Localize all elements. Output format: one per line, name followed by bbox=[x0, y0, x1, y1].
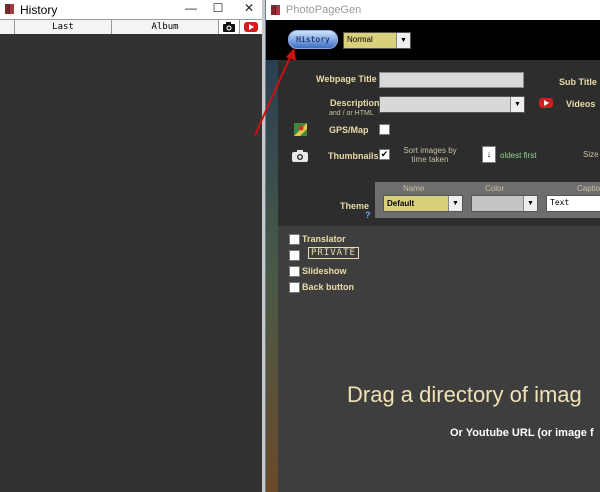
youtube-icon bbox=[244, 22, 258, 32]
history-title: History bbox=[20, 3, 58, 17]
oldest-first-label: oldest first bbox=[500, 151, 537, 160]
book-icon bbox=[271, 5, 280, 15]
header-album[interactable]: Album bbox=[112, 20, 219, 34]
videos-label: Videos bbox=[566, 99, 596, 109]
theme-help-link[interactable]: ? bbox=[365, 210, 371, 220]
maximize-button[interactable]: ☐ bbox=[207, 1, 229, 15]
webpage-title-label: Webpage Title bbox=[316, 74, 377, 84]
description-input[interactable]: ▼ bbox=[379, 96, 525, 113]
sort-order-button[interactable]: ↓ bbox=[482, 146, 496, 163]
ppg-title: PhotoPageGen bbox=[286, 4, 362, 16]
close-button[interactable]: ✕ bbox=[238, 1, 260, 15]
header-last-loaded[interactable]: Last loaded/modified bbox=[15, 20, 112, 46]
header-blank-cell[interactable] bbox=[0, 20, 15, 34]
header-youtube-cell[interactable] bbox=[240, 20, 261, 34]
header-camera-cell[interactable] bbox=[219, 20, 240, 34]
translator-checkbox[interactable] bbox=[289, 234, 300, 245]
history-list[interactable] bbox=[0, 34, 262, 492]
camera-icon bbox=[292, 150, 308, 162]
annotation-arrow bbox=[254, 48, 296, 136]
thumbnails-checkbox[interactable]: ✔ bbox=[379, 149, 390, 160]
map-icon bbox=[294, 123, 307, 136]
book-icon bbox=[5, 4, 14, 14]
private-checkbox[interactable] bbox=[289, 250, 300, 261]
private-label: PRIVATE bbox=[308, 247, 359, 259]
sub-title-label: Sub Title bbox=[559, 77, 597, 87]
chevron-down-icon: ▼ bbox=[396, 33, 410, 48]
theme-caption-header: Caption bbox=[577, 184, 600, 193]
theme-color-select[interactable]: ▼ bbox=[471, 195, 538, 212]
description-label: Description bbox=[330, 98, 380, 108]
theme-caption-select[interactable]: Text bbox=[546, 195, 600, 212]
youtube-url-text: Or Youtube URL (or image f bbox=[450, 427, 594, 439]
chevron-down-icon: ▼ bbox=[523, 196, 537, 211]
gps-label: GPS/Map bbox=[329, 125, 369, 135]
slideshow-label: Slideshow bbox=[302, 266, 347, 276]
chevron-down-icon: ▼ bbox=[510, 97, 524, 112]
theme-name-value: Default bbox=[387, 199, 415, 208]
back-button-checkbox[interactable] bbox=[289, 282, 300, 293]
slideshow-checkbox[interactable] bbox=[289, 266, 300, 277]
translator-label: Translator bbox=[302, 234, 346, 244]
ppg-title-bar[interactable]: PhotoPageGen bbox=[266, 0, 600, 20]
history-title-bar[interactable]: History — ☐ ✕ bbox=[0, 0, 265, 18]
drag-directory-text: Drag a directory of imag bbox=[347, 382, 582, 407]
theme-name-select[interactable]: Default ▼ bbox=[383, 195, 463, 212]
size-label: Size bbox=[583, 150, 599, 159]
theme-name-header: Name bbox=[403, 184, 425, 193]
gps-checkbox[interactable] bbox=[379, 124, 390, 135]
thumbnails-label: Thumbnails bbox=[328, 151, 379, 161]
minimize-button[interactable]: — bbox=[180, 1, 202, 15]
webpage-title-input[interactable] bbox=[379, 72, 524, 88]
description-sublabel: and / or HTML bbox=[329, 110, 374, 117]
mode-select-value: Normal bbox=[347, 35, 373, 44]
theme-color-header: Color bbox=[485, 184, 505, 193]
history-window: History — ☐ ✕ Last loaded/modified Album bbox=[0, 0, 265, 492]
sort-label: Sort images by time taken bbox=[403, 146, 457, 164]
youtube-icon[interactable] bbox=[539, 98, 553, 108]
theme-caption-value: Text bbox=[550, 198, 570, 207]
back-button-label: Back button bbox=[302, 282, 355, 292]
history-table-header: Last loaded/modified Album bbox=[0, 19, 262, 46]
camera-icon bbox=[223, 22, 235, 32]
mode-select[interactable]: Normal ▼ bbox=[343, 32, 411, 49]
chevron-down-icon: ▼ bbox=[448, 196, 462, 211]
